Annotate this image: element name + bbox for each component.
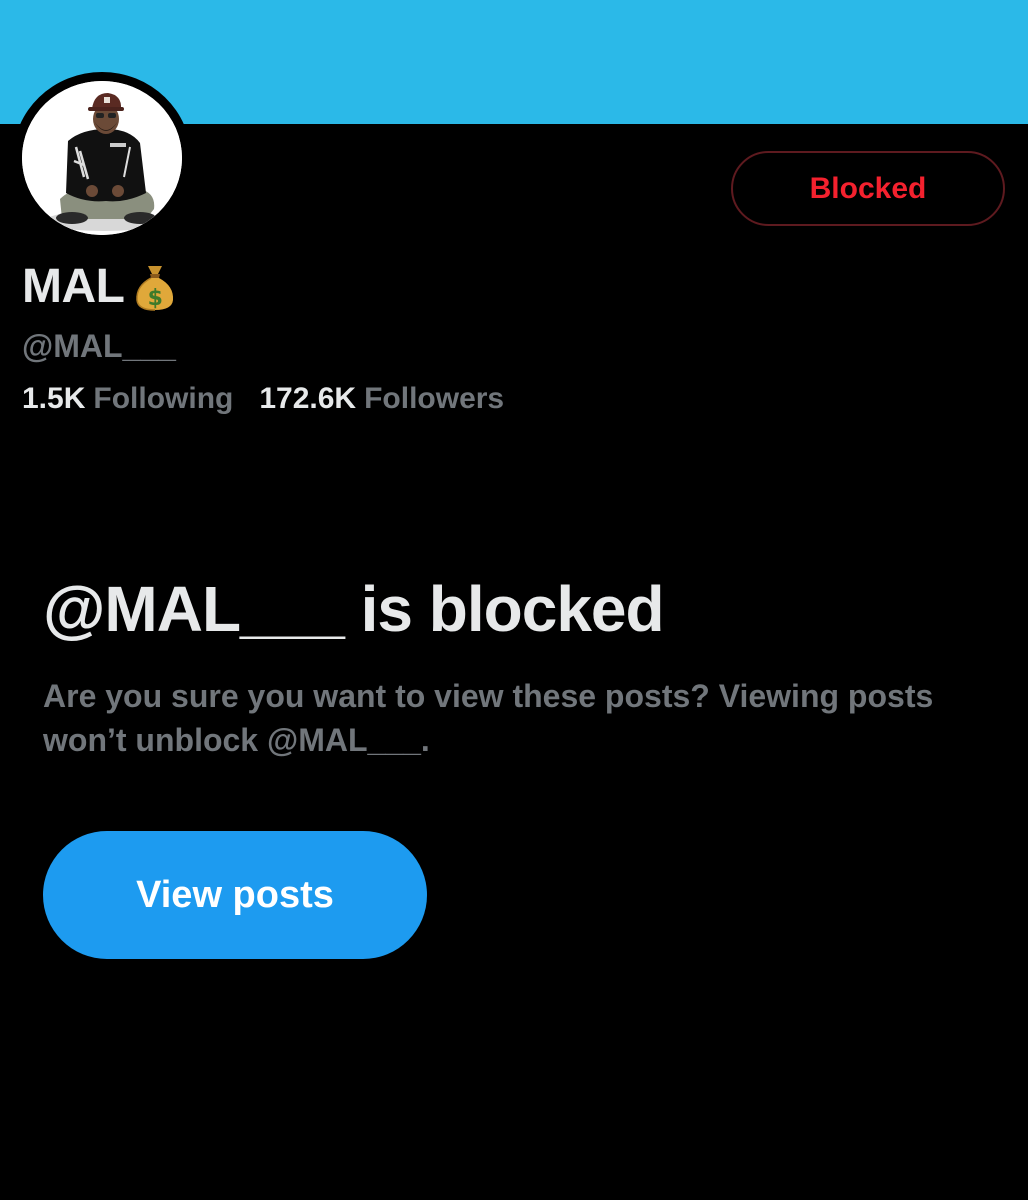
avatar[interactable]	[13, 72, 191, 244]
view-posts-label: View posts	[136, 873, 334, 916]
blocked-button-label: Blocked	[809, 171, 927, 205]
blocked-title: @MAL___ is blocked	[43, 573, 665, 645]
view-posts-button[interactable]: View posts	[43, 831, 427, 959]
profile-name: MAL $	[22, 256, 176, 316]
svg-text:$: $	[148, 286, 163, 311]
profile-handle: @MAL___	[22, 328, 176, 364]
following-label: Following	[93, 382, 234, 415]
profile-stats: 1.5K Following 172.6K Followers	[22, 382, 504, 416]
money-bag-icon: $	[134, 260, 176, 312]
followers-count: 172.6K	[259, 382, 357, 415]
blocked-button[interactable]: Blocked	[731, 151, 1005, 226]
avatar-photo	[22, 81, 182, 235]
following-stat[interactable]: 1.5K Following	[22, 382, 233, 416]
display-name-text: MAL	[22, 259, 125, 313]
blocked-message: Are you sure you want to view these post…	[43, 678, 934, 758]
followers-stat[interactable]: 172.6K Followers	[259, 382, 504, 416]
following-count: 1.5K	[22, 382, 86, 415]
followers-label: Followers	[364, 382, 505, 415]
